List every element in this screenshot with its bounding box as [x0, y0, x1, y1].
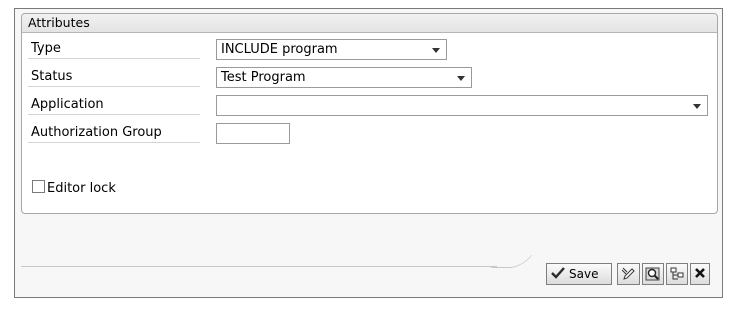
hierarchy-icon	[670, 267, 684, 280]
hierarchy-button[interactable]	[666, 263, 688, 285]
group-title: Attributes	[22, 14, 717, 33]
save-label: Save	[569, 267, 599, 281]
cancel-button[interactable]	[690, 263, 710, 285]
type-row: Type INCLUDE program	[28, 38, 713, 60]
type-dropdown[interactable]: INCLUDE program	[216, 39, 447, 60]
application-row: Application	[28, 94, 713, 116]
chevron-down-icon[interactable]	[457, 76, 465, 81]
pencil-icon	[621, 267, 635, 280]
attributes-dialog: Attributes Type INCLUDE program Status T…	[14, 8, 723, 298]
footer-divider-curve	[490, 255, 533, 268]
attributes-group: Attributes Type INCLUDE program Status T…	[21, 13, 718, 214]
find-icon	[645, 267, 660, 281]
editor-lock-checkbox[interactable]	[32, 180, 45, 193]
authorization-group-input[interactable]	[216, 123, 290, 144]
save-check-icon	[551, 267, 565, 279]
editor-lock-label: Editor lock	[47, 181, 116, 196]
status-dropdown[interactable]: Test Program	[216, 67, 472, 88]
status-value: Test Program	[221, 70, 306, 85]
find-button[interactable]	[642, 263, 664, 285]
type-label: Type	[28, 38, 200, 59]
chevron-down-icon[interactable]	[432, 48, 440, 53]
save-button[interactable]: Save	[546, 263, 612, 285]
status-label: Status	[28, 66, 200, 87]
authorization-group-row: Authorization Group	[28, 122, 713, 144]
close-icon	[695, 268, 705, 278]
editor-lock-row[interactable]: Editor lock	[32, 180, 116, 198]
type-value: INCLUDE program	[221, 42, 338, 57]
status-row: Status Test Program	[28, 66, 713, 88]
application-label: Application	[28, 94, 200, 115]
authorization-group-label: Authorization Group	[28, 122, 200, 143]
footer-divider	[21, 266, 497, 267]
edit-button[interactable]	[617, 263, 640, 285]
chevron-down-icon[interactable]	[693, 104, 701, 109]
application-dropdown[interactable]	[216, 95, 708, 116]
